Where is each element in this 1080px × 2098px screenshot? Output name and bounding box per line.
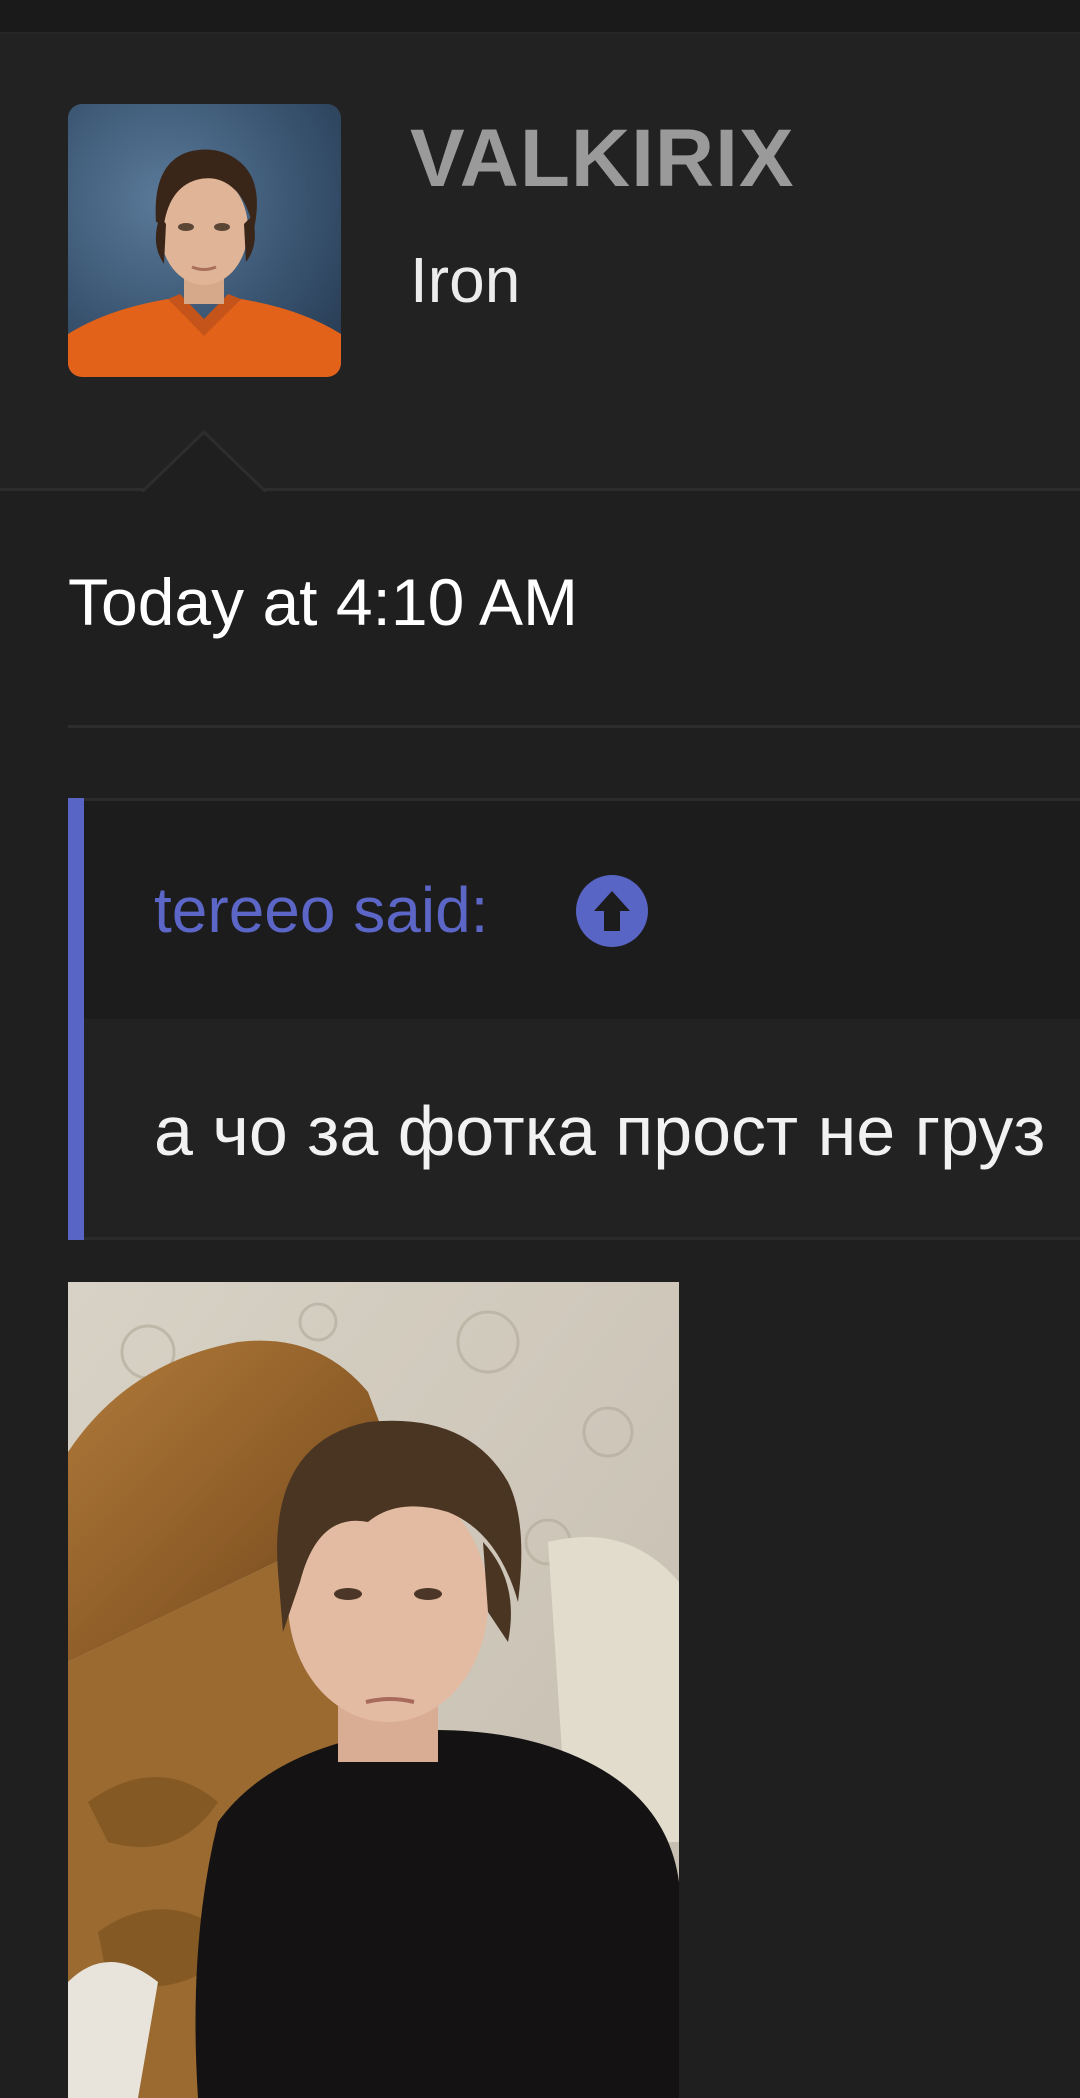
date-divider <box>68 725 1080 728</box>
quote-block: tereeo said: а чо за фотка прост не груз <box>68 798 1080 1240</box>
attached-photo[interactable] <box>68 1282 679 2098</box>
photo-image <box>68 1282 679 2098</box>
post-date[interactable]: Today at 4:10 AM <box>68 564 578 640</box>
arrow-up-circle-icon[interactable] <box>576 875 648 947</box>
user-title: Iron <box>410 244 521 316</box>
quote-accent-bar <box>68 798 84 1240</box>
quote-author[interactable]: tereeo said: <box>154 873 488 947</box>
avatar-image <box>68 104 341 377</box>
quote-text: а чо за фотка прост не груз <box>154 1092 1046 1170</box>
username[interactable]: VALKIRIX <box>410 112 795 206</box>
user-avatar[interactable] <box>68 104 341 377</box>
top-bar <box>0 0 1080 34</box>
header-pointer-arrow <box>142 430 266 492</box>
